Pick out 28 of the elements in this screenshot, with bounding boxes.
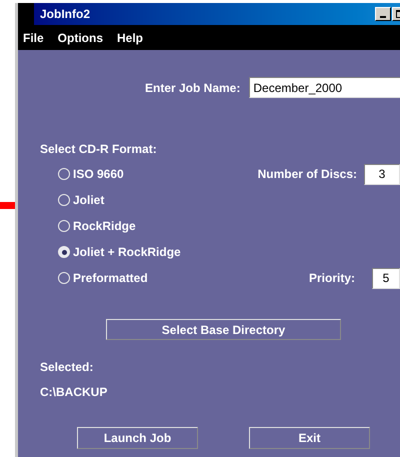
exit-button[interactable]: Exit [249,427,370,449]
job-name-field[interactable]: December_2000 [249,77,400,98]
menu-item[interactable]: Help [117,28,144,46]
radio-button[interactable] [58,220,70,232]
radio-button[interactable] [58,194,70,206]
selected-label: Selected: [40,360,94,374]
priority-label: Priority: [308,270,355,287]
radio-button[interactable] [58,272,70,284]
discs-field[interactable]: 3 [364,164,400,184]
radio-button[interactable] [58,168,70,180]
discs-label: Number of Discs: [256,166,357,183]
radio-label: RockRidge [73,218,136,235]
pointer-mark [0,202,15,209]
format-heading: Select CD-R Format: [40,142,158,156]
minimize-icon[interactable] [375,7,391,21]
radio-label: ISO 9660 [73,166,124,183]
window-title: JobInfo2 [40,6,90,23]
priority-field[interactable]: 5 [372,268,400,288]
job-name-label: Enter Job Name: [145,80,240,96]
radio-label: Joliet [73,192,104,209]
radio-label: Joliet + RockRidge [73,244,181,261]
launch-button[interactable]: Launch Job [77,427,198,449]
select-directory-button[interactable]: Select Base Directory [106,319,341,340]
radio-button[interactable] [58,246,70,258]
radio-label: Preformatted [73,270,148,287]
selected-path: C:\BACKUP [40,385,108,399]
menu-item[interactable]: Options [58,28,103,46]
menu-item[interactable]: File [23,28,44,46]
